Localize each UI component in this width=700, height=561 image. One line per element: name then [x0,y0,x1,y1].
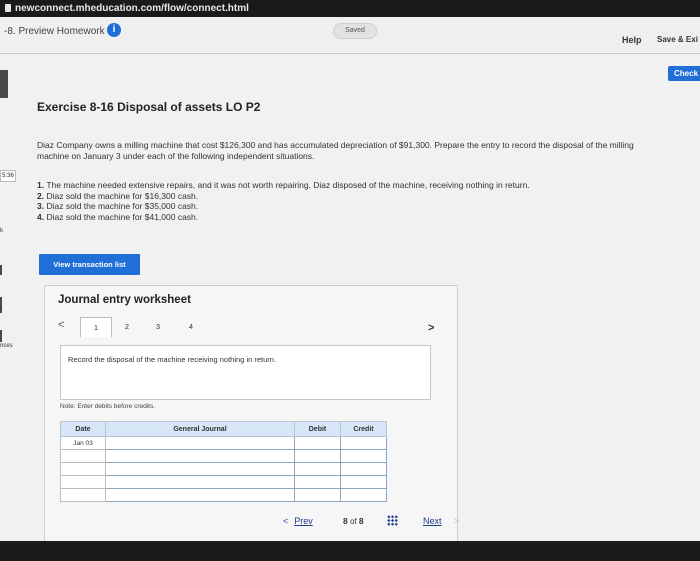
note-text: Note: Enter debits before credits. [60,403,156,410]
item-number: 1. [37,180,45,190]
table-row [60,462,387,476]
item-text: Diaz sold the machine for $16,300 cash. [46,190,199,201]
header-general-journal: General Journal [105,421,295,437]
credit-input[interactable] [340,436,387,450]
page-indicator: 8 of 8 [343,516,364,526]
current-page: 8 [343,516,348,526]
bottom-bezel [0,541,700,561]
save-exit-button[interactable]: Save & Exi [657,35,698,44]
side-label-k: k [0,228,3,234]
situation-list: 1. The machine needed extensive repairs,… [37,180,657,222]
check-button[interactable]: Check [668,66,700,81]
header-debit: Debit [294,421,341,437]
tab-2[interactable]: 2 [114,317,140,336]
item-text: Diaz sold the machine for $35,000 cash. [46,201,199,211]
table-header-row: Date General Journal Debit Credit [60,421,387,437]
help-link[interactable]: Help [622,35,642,45]
item-number: 2. [37,190,45,201]
tab-1[interactable]: 1 [80,317,112,337]
assignment-title: -8. Preview Homework [4,26,105,37]
list-item: 2. Diaz sold the machine for $16,300 cas… [37,191,657,202]
table-row [60,475,387,489]
item-number: 4. [37,211,45,222]
credit-input[interactable] [340,462,387,476]
side-marker-2 [0,265,2,275]
date-cell[interactable]: Jan 03 [60,436,106,450]
url-text[interactable]: newconnect.mheducation.com/flow/connect.… [15,0,249,17]
debit-input[interactable] [294,475,341,489]
grid-icon[interactable] [387,515,398,526]
prev-button[interactable]: < Prev [283,516,313,526]
tab-4[interactable]: 4 [178,317,204,336]
item-number: 3. [37,201,45,211]
top-bar: -8. Preview Homework i Saved Help Save &… [0,17,700,54]
debit-input[interactable] [294,436,341,450]
debit-input[interactable] [294,462,341,476]
chevron-right-icon: > [454,516,460,526]
tab-prev-arrow[interactable]: < [58,319,64,331]
debit-input[interactable] [294,488,341,502]
lock-icon [5,4,11,12]
date-cell[interactable] [60,488,106,502]
date-cell[interactable] [60,475,106,489]
view-transaction-list-button[interactable]: View transaction list [39,254,140,275]
account-input[interactable] [105,436,295,450]
tab-3[interactable]: 3 [145,317,171,336]
worksheet-title: Journal entry worksheet [58,294,191,306]
date-cell[interactable] [60,449,106,463]
credit-input[interactable] [340,475,387,489]
tab-next-arrow[interactable]: > [428,322,434,334]
side-marker-4 [0,330,2,342]
account-input[interactable] [105,449,295,463]
header-credit: Credit [340,421,387,437]
table-row: Jan 03 [60,436,387,450]
prev-label: Prev [294,516,313,526]
instruction-box: Record the disposal of the machine recei… [60,345,431,400]
item-text: The machine needed extensive repairs, an… [46,180,530,190]
table-row [60,488,387,502]
instruction-text: Record the disposal of the machine recei… [68,355,277,364]
account-input[interactable] [105,475,295,489]
chevron-left-icon: < [283,516,289,526]
journal-table: Date General Journal Debit Credit Jan 03 [60,421,387,502]
account-input[interactable] [105,462,295,476]
list-item: 4. Diaz sold the machine for $41,000 cas… [37,212,657,223]
header-date: Date [60,421,106,437]
total-pages: 8 [358,516,364,526]
browser-address-bar[interactable]: newconnect.mheducation.com/flow/connect.… [0,0,700,17]
debit-input[interactable] [294,449,341,463]
side-label-t: t [0,306,2,312]
exercise-title: Exercise 8-16 Disposal of assets LO P2 [37,100,261,114]
timer-badge: 5:36 [0,170,16,182]
question-nav-marker[interactable] [0,70,8,98]
date-cell[interactable] [60,462,106,476]
list-item: 3. Diaz sold the machine for $35,000 cas… [37,201,657,212]
page-of: of [349,517,357,526]
list-item: 1. The machine needed extensive repairs,… [37,180,657,191]
table-row [60,449,387,463]
saved-status: Saved [333,23,377,39]
exercise-description: Diaz Company owns a milling machine that… [37,140,634,161]
next-button[interactable]: Next [423,516,442,526]
info-icon[interactable]: i [107,23,121,37]
credit-input[interactable] [340,488,387,502]
item-text: Diaz sold the machine for $41,000 cash. [46,211,199,222]
side-label-nces: nces [0,343,13,349]
credit-input[interactable] [340,449,387,463]
account-input[interactable] [105,488,295,502]
